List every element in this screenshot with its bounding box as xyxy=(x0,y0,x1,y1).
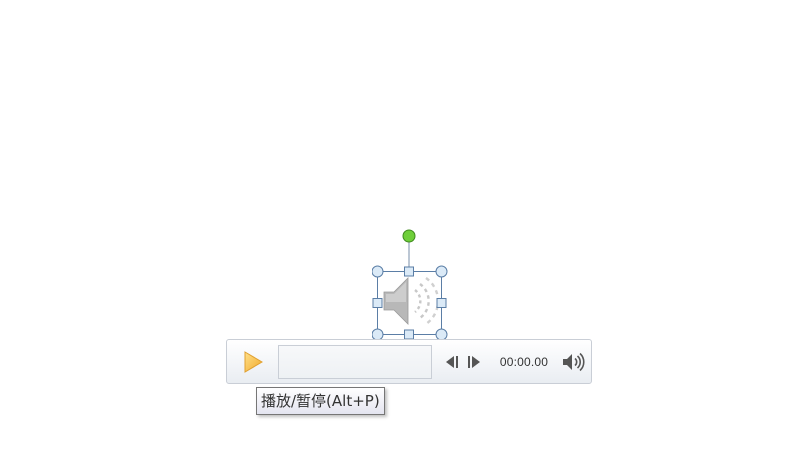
seek-back-button[interactable] xyxy=(443,354,461,370)
play-icon xyxy=(244,351,263,373)
volume-icon xyxy=(563,352,585,372)
time-display: 00:00.00 xyxy=(499,355,549,369)
resize-handle-top xyxy=(404,266,414,277)
seek-back-icon xyxy=(446,356,458,368)
resize-handle-right xyxy=(436,298,447,308)
slide-canvas[interactable]: 00:00.00 播放/暂停(Alt+P) xyxy=(0,0,800,456)
play-pause-button[interactable] xyxy=(241,350,265,374)
seek-forward-icon xyxy=(468,356,480,368)
volume-button[interactable] xyxy=(561,351,585,373)
resize-handle-top-left xyxy=(372,265,384,278)
resize-handle-bottom xyxy=(404,329,414,340)
resize-handle-left xyxy=(372,298,383,308)
seek-forward-button[interactable] xyxy=(465,354,483,370)
rotation-handle xyxy=(402,229,416,243)
resize-handle-top-right xyxy=(435,265,448,278)
play-pause-tooltip: 播放/暂停(Alt+P) xyxy=(256,387,385,415)
progress-track[interactable] xyxy=(278,345,432,379)
media-player-bar: 00:00.00 xyxy=(226,339,592,384)
audio-object[interactable] xyxy=(372,228,448,340)
selection-handles xyxy=(372,229,448,340)
